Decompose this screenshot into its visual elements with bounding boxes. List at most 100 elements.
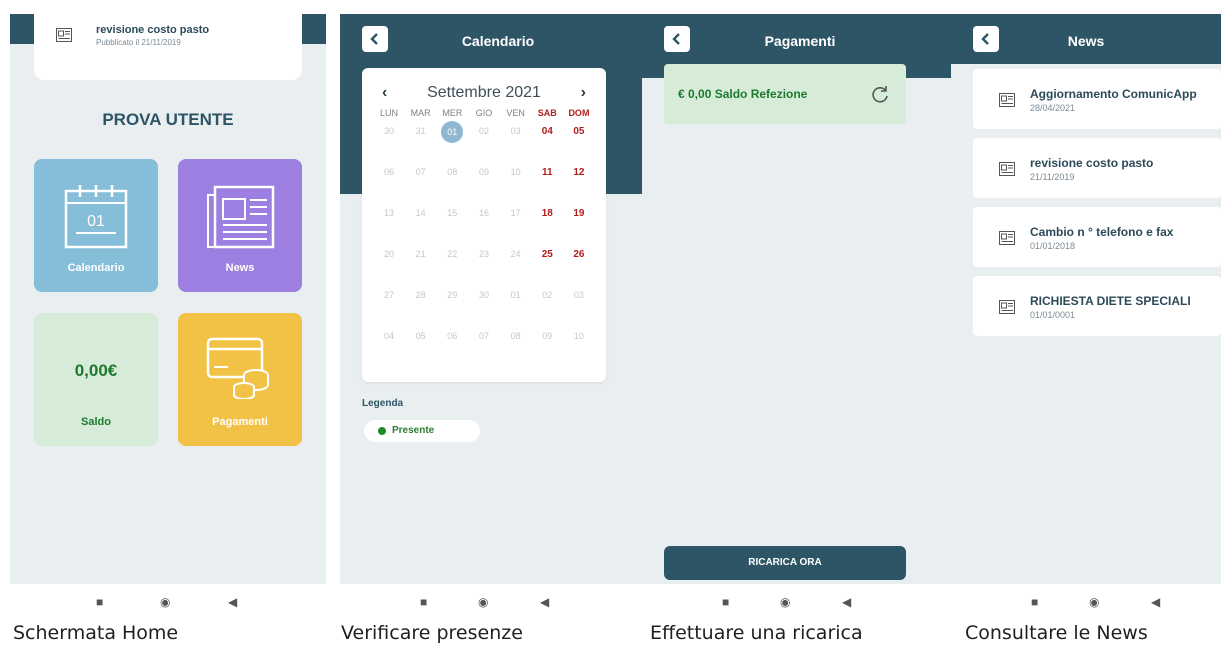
home-icon[interactable]: ◉ (160, 595, 170, 609)
calendar-tile-label: Calendario (67, 262, 125, 274)
news-item[interactable]: revisione costo pasto 21/11/2019 (973, 138, 1221, 198)
calendar-day[interactable]: 26 (566, 249, 592, 260)
calendar-day[interactable]: 17 (503, 208, 529, 218)
news-item-title: RICHIESTA DIETE SPECIALI (1030, 294, 1191, 308)
home-icon[interactable]: ◉ (478, 595, 488, 609)
calendar-day[interactable]: 19 (566, 208, 592, 219)
newspaper-icon (999, 162, 1015, 176)
recents-icon[interactable]: ■ (1031, 595, 1038, 609)
back-nav-icon[interactable]: ◀ (228, 595, 237, 609)
calendar-day[interactable]: 30 (471, 290, 497, 300)
weekday-label: VEN (506, 108, 525, 118)
news-item[interactable]: Aggiornamento ComunicApp 28/04/2021 (973, 69, 1221, 129)
calendar-day[interactable]: 15 (439, 208, 465, 218)
week-row: 27 28 29 30 01 02 03 (376, 290, 592, 331)
latest-news-subtitle: Pubblicato il 21/11/2019 (96, 38, 181, 47)
calendar-screen: Calendario ‹ Settembre 2021 › LUN MAR MER G… (340, 14, 656, 584)
news-tile[interactable]: News (178, 159, 302, 292)
news-item-date: 28/04/2021 (1030, 103, 1076, 113)
calendar-day[interactable]: 07 (408, 167, 434, 177)
legend-present: Presente (364, 420, 480, 442)
calendar-day[interactable]: 03 (503, 126, 529, 136)
android-navbar: ■ ◉ ◀ (642, 585, 958, 623)
recents-icon[interactable]: ■ (96, 595, 103, 609)
android-navbar: ■ ◉ ◀ (10, 585, 326, 623)
news-item-date: 21/11/2019 (1030, 172, 1075, 182)
calendar-day[interactable]: 21 (408, 249, 434, 259)
present-dot-icon (378, 427, 386, 435)
calendar-day[interactable]: 03 (566, 290, 592, 300)
weekday-row: LUN MAR MER GIO VEN SAB DOM (376, 108, 592, 122)
back-nav-icon[interactable]: ◀ (1151, 595, 1160, 609)
calendar-day[interactable]: 04 (376, 331, 402, 341)
calendar-grid: LUN MAR MER GIO VEN SAB DOM 30 31 01 02 03 04 05 06 07… (376, 108, 592, 372)
cards-coins-icon (206, 337, 269, 399)
calendar-day[interactable]: 25 (534, 249, 560, 260)
recents-icon[interactable]: ■ (722, 595, 729, 609)
calendar-day[interactable]: 05 (408, 331, 434, 341)
payments-tile[interactable]: Pagamenti (178, 313, 302, 446)
calendar-tile[interactable]: 01 Calendario (34, 159, 158, 292)
home-icon[interactable]: ◉ (780, 595, 790, 609)
page-title: Pagamenti (764, 33, 836, 49)
calendar-day[interactable]: 13 (376, 208, 402, 218)
calendar-day[interactable]: 10 (566, 331, 592, 341)
caption-payments: Effettuare una ricarica (650, 622, 863, 644)
back-nav-icon[interactable]: ◀ (540, 595, 549, 609)
calendar-day[interactable]: 14 (408, 208, 434, 218)
calendar-day[interactable]: 07 (471, 331, 497, 341)
recents-icon[interactable]: ■ (420, 595, 427, 609)
calendar-day[interactable]: 10 (503, 167, 529, 177)
calendar-day[interactable]: 01 (439, 121, 465, 143)
news-item-date: 01/01/0001 (1030, 310, 1076, 320)
weekday-label: MER (442, 108, 463, 118)
calendar-day[interactable]: 04 (534, 126, 560, 137)
refresh-icon[interactable] (870, 84, 890, 104)
latest-news-card[interactable]: revisione costo pasto Pubblicato il 21/1… (34, 14, 302, 80)
calendar-day[interactable]: 28 (408, 290, 434, 300)
weekday-label: GIO (475, 108, 493, 118)
newspaper-icon (999, 231, 1015, 245)
user-name: PROVA UTENTE (102, 110, 234, 129)
calendar-day[interactable]: 02 (471, 126, 497, 136)
ricarica-button[interactable]: RICARICA ORA (664, 546, 906, 580)
newspaper-icon (999, 93, 1015, 107)
calendar-day[interactable]: 20 (376, 249, 402, 259)
saldo-tile[interactable]: 0,00€ Saldo (34, 313, 158, 446)
calendar-day[interactable]: 23 (471, 249, 497, 259)
selected-day: 01 (441, 121, 464, 143)
news-item[interactable]: Cambio n ° telefono e fax 01/01/2018 (973, 207, 1221, 267)
calendar-day[interactable]: 22 (439, 249, 465, 259)
calendar-day[interactable]: 30 (376, 126, 402, 136)
calendar-day[interactable]: 16 (471, 208, 497, 218)
calendar-day[interactable]: 08 (439, 167, 465, 177)
calendar-day[interactable]: 18 (534, 208, 560, 219)
calendar-day[interactable]: 11 (534, 167, 560, 178)
page-title: Calendario (461, 33, 535, 49)
calendar-day[interactable]: 29 (439, 290, 465, 300)
weekday-label: SAB (537, 108, 557, 118)
news-item[interactable]: RICHIESTA DIETE SPECIALI 01/01/0001 (973, 276, 1221, 336)
calendar-day[interactable]: 06 (439, 331, 465, 341)
calendar-day[interactable]: 27 (376, 290, 402, 300)
calendar-day[interactable]: 24 (503, 249, 529, 259)
news-screen: News Aggiornamento ComunicApp 28/04/2021 r… (951, 14, 1221, 584)
calendar-day[interactable]: 31 (408, 126, 434, 136)
calendar-day[interactable]: 08 (503, 331, 529, 341)
page-title: News (1067, 33, 1105, 49)
calendar-day[interactable]: 12 (566, 167, 592, 178)
home-screen: revisione costo pasto Pubblicato il 21/1… (10, 14, 326, 584)
payments-tile-label: Pagamenti (212, 416, 268, 428)
next-month-icon[interactable]: › (581, 84, 586, 102)
calendar-day[interactable]: 06 (376, 167, 402, 177)
calendar-day[interactable]: 01 (503, 290, 529, 300)
weekday-label: DOM (568, 108, 590, 118)
calendar-day[interactable]: 09 (534, 331, 560, 341)
back-nav-icon[interactable]: ◀ (842, 595, 851, 609)
calendar-day[interactable]: 09 (471, 167, 497, 177)
calendar-day[interactable]: 05 (566, 126, 592, 137)
news-item-title: Cambio n ° telefono e fax (1030, 225, 1174, 239)
home-icon[interactable]: ◉ (1089, 595, 1099, 609)
news-tile-label: News (225, 262, 255, 274)
calendar-day[interactable]: 02 (534, 290, 560, 300)
